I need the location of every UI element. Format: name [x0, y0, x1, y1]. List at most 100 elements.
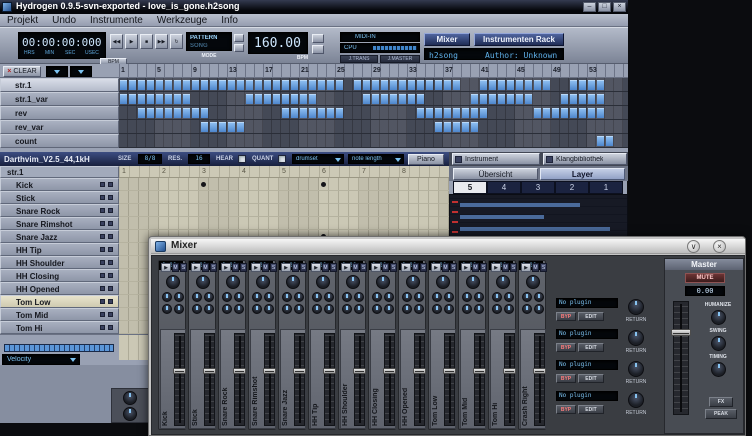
piano-view-button[interactable]: Piano: [408, 154, 444, 165]
menu-item-info[interactable]: Info: [214, 15, 245, 26]
song-pattern-cell[interactable]: [579, 94, 586, 104]
song-pattern-cell[interactable]: [543, 108, 550, 118]
note-length-select[interactable]: note length: [348, 154, 404, 164]
channel-pan-knob[interactable]: [376, 275, 390, 289]
song-pattern-cell[interactable]: [147, 80, 154, 90]
song-pattern-cell[interactable]: [579, 80, 586, 90]
fx-return-knob[interactable]: [628, 299, 644, 315]
song-pattern-cell[interactable]: [237, 122, 244, 132]
timeline-number[interactable]: 1: [121, 67, 125, 74]
song-pattern-cell[interactable]: [525, 94, 532, 104]
song-pattern-name[interactable]: str.1: [0, 78, 119, 92]
channel-mute-button[interactable]: M: [472, 263, 479, 272]
song-pattern-cell[interactable]: [282, 94, 289, 104]
song-pattern-cell[interactable]: [372, 80, 379, 90]
song-pattern-cell[interactable]: [588, 94, 595, 104]
channel-solo-button[interactable]: S: [540, 263, 547, 272]
song-pattern-cell[interactable]: [192, 80, 199, 90]
song-pattern-cell[interactable]: [480, 94, 487, 104]
song-pattern-cell[interactable]: [174, 108, 181, 118]
timeline-number[interactable]: 25: [337, 67, 345, 74]
channel-solo-button[interactable]: S: [390, 263, 397, 272]
song-pattern-cell[interactable]: [336, 80, 343, 90]
song-pattern-cell[interactable]: [192, 108, 199, 118]
song-pattern-cell[interactable]: [408, 94, 415, 104]
menu-item-projekt[interactable]: Projekt: [0, 15, 45, 26]
song-pattern-cell[interactable]: [147, 94, 154, 104]
maximize-button[interactable]: □: [598, 2, 611, 12]
song-action-select[interactable]: [70, 66, 92, 77]
song-pattern-cell[interactable]: [453, 108, 460, 118]
layer-slot[interactable]: 3: [521, 181, 555, 194]
instrument-rack-toggle-button[interactable]: Instrumenten Rack: [474, 33, 564, 46]
instrument-mute-led[interactable]: [100, 221, 105, 226]
song-pattern-cell[interactable]: [570, 80, 577, 90]
song-pattern-cell[interactable]: [570, 94, 577, 104]
master-fx-button[interactable]: FX: [709, 397, 733, 407]
channel-fader-handle[interactable]: [263, 368, 276, 374]
channel-fx-send-knob[interactable]: [222, 304, 232, 314]
song-pattern-cell[interactable]: [588, 80, 595, 90]
channel-fx-send-knob[interactable]: [342, 304, 352, 314]
song-pattern-cell[interactable]: [210, 122, 217, 132]
channel-fader-handle[interactable]: [383, 368, 396, 374]
song-pattern-cell[interactable]: [174, 80, 181, 90]
channel-fx-send-knob[interactable]: [504, 292, 514, 302]
channel-pan-knob[interactable]: [196, 275, 210, 289]
instrument-mute-led[interactable]: [100, 247, 105, 252]
instrument-mute-led[interactable]: [100, 325, 105, 330]
song-pattern-cell[interactable]: [327, 108, 334, 118]
channel-fx-send-knob[interactable]: [354, 304, 364, 314]
resolution-select[interactable]: 16: [188, 154, 210, 164]
channel-fx-send-knob[interactable]: [462, 304, 472, 314]
fx-bypass-button[interactable]: BYP: [556, 405, 576, 414]
channel-fx-send-knob[interactable]: [372, 304, 382, 314]
channel-mute-button[interactable]: M: [502, 263, 509, 272]
channel-fx-send-knob[interactable]: [522, 292, 532, 302]
song-pattern-cell[interactable]: [156, 94, 163, 104]
channel-fader-handle[interactable]: [293, 368, 306, 374]
channel-fx-send-knob[interactable]: [264, 292, 274, 302]
channel-trigger-button[interactable]: ▶: [221, 263, 231, 272]
jack-transport-button[interactable]: J.TRANS: [340, 55, 378, 63]
channel-fx-send-knob[interactable]: [372, 292, 382, 302]
channel-fader[interactable]: [294, 333, 305, 426]
master-mute-button[interactable]: MUTE: [685, 273, 725, 283]
timeline-number[interactable]: 45: [517, 67, 525, 74]
layer-slot[interactable]: 1: [589, 181, 623, 194]
song-pattern-cell[interactable]: [318, 108, 325, 118]
song-pattern-cell[interactable]: [219, 122, 226, 132]
channel-fader-handle[interactable]: [203, 368, 216, 374]
channel-mute-button[interactable]: M: [322, 263, 329, 272]
channel-fx-send-knob[interactable]: [162, 292, 172, 302]
song-pattern-cell[interactable]: [462, 108, 469, 118]
layer-slot[interactable]: 2: [555, 181, 589, 194]
song-pattern-name[interactable]: count: [0, 134, 119, 148]
channel-fx-send-knob[interactable]: [432, 304, 442, 314]
pattern-grid-row[interactable]: [119, 217, 449, 230]
fx-edit-button[interactable]: EDIT: [578, 343, 604, 352]
master-peak-button[interactable]: PEAK: [705, 409, 737, 419]
channel-fx-send-knob[interactable]: [324, 304, 334, 314]
song-pattern-row[interactable]: [119, 78, 628, 92]
channel-fx-send-knob[interactable]: [384, 304, 394, 314]
channel-fx-send-knob[interactable]: [492, 292, 502, 302]
instrument-row[interactable]: Snare Rimshot: [0, 217, 119, 230]
song-pattern-cell[interactable]: [390, 94, 397, 104]
channel-fx-send-knob[interactable]: [534, 292, 544, 302]
song-pattern-cell[interactable]: [282, 108, 289, 118]
channel-fx-send-knob[interactable]: [402, 292, 412, 302]
channel-fader[interactable]: [234, 333, 245, 426]
property-select[interactable]: Velocity: [2, 354, 80, 365]
instrument-mute-led[interactable]: [100, 234, 105, 239]
channel-fx-send-knob[interactable]: [474, 304, 484, 314]
channel-fader[interactable]: [354, 333, 365, 426]
channel-trigger-button[interactable]: ▶: [311, 263, 321, 272]
hear-checkbox[interactable]: [238, 155, 246, 163]
song-pattern-cell[interactable]: [417, 94, 424, 104]
channel-solo-button[interactable]: S: [510, 263, 517, 272]
quantize-checkbox[interactable]: [278, 155, 286, 163]
song-pattern-cell[interactable]: [426, 80, 433, 90]
song-pattern-cell[interactable]: [165, 94, 172, 104]
instrument-mute-led[interactable]: [100, 312, 105, 317]
